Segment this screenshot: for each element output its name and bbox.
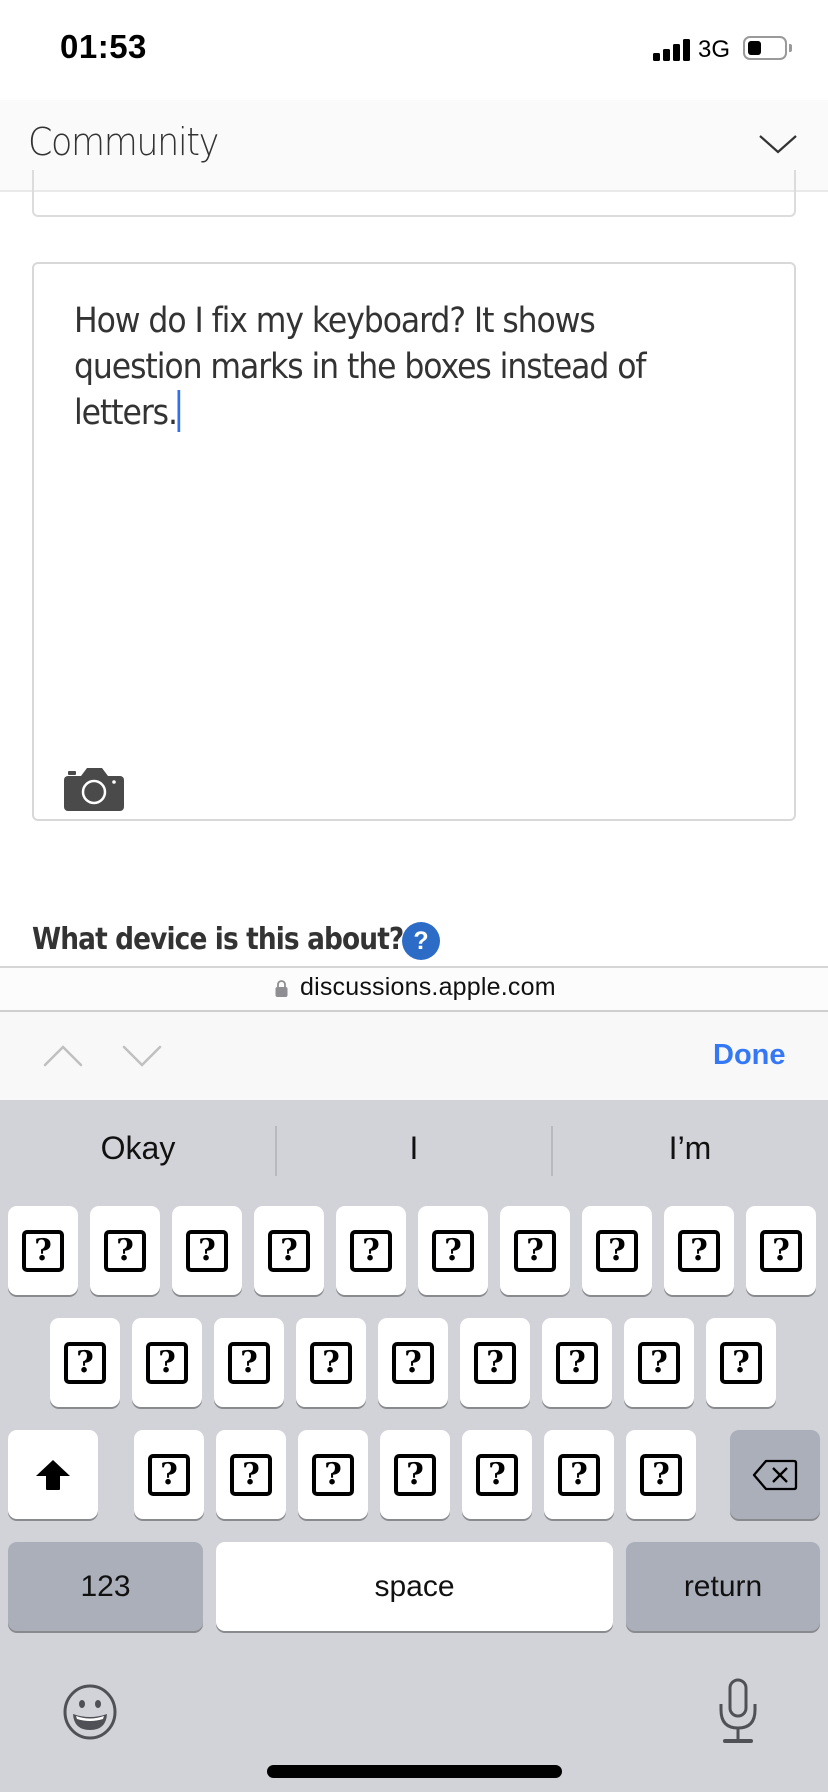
battery-icon bbox=[743, 36, 787, 60]
missing-glyph-icon: ? bbox=[392, 1341, 434, 1384]
missing-glyph-icon: ? bbox=[596, 1229, 638, 1272]
camera-icon[interactable] bbox=[64, 766, 124, 811]
missing-glyph-icon: ? bbox=[312, 1453, 354, 1496]
letter-key-row2-1[interactable]: ? bbox=[50, 1318, 120, 1407]
letter-key-row3-3[interactable]: ? bbox=[298, 1430, 368, 1519]
letter-key-row2-4[interactable]: ? bbox=[296, 1318, 366, 1407]
letter-key-row1-10[interactable]: ? bbox=[746, 1206, 816, 1295]
missing-glyph-icon: ? bbox=[720, 1341, 762, 1384]
signal-strength-icon bbox=[653, 39, 691, 61]
battery-tip bbox=[789, 44, 792, 52]
url-text[interactable]: discussions.apple.com bbox=[300, 973, 556, 1002]
emoji-icon[interactable] bbox=[62, 1684, 118, 1740]
site-title[interactable]: Community bbox=[28, 120, 219, 164]
letter-key-row3-5[interactable]: ? bbox=[462, 1430, 532, 1519]
letter-key-row2-7[interactable]: ? bbox=[542, 1318, 612, 1407]
letter-key-row3-6[interactable]: ? bbox=[544, 1430, 614, 1519]
missing-glyph-icon: ? bbox=[476, 1453, 518, 1496]
chevron-down-icon[interactable] bbox=[119, 1035, 165, 1075]
status-time: 01:53 bbox=[60, 28, 147, 65]
chevron-down-icon[interactable] bbox=[758, 132, 798, 158]
suggestion-1[interactable]: Okay bbox=[0, 1130, 276, 1167]
letter-key-row1-1[interactable]: ? bbox=[8, 1206, 78, 1295]
network-type: 3G bbox=[698, 36, 731, 63]
missing-glyph-icon: ? bbox=[556, 1341, 598, 1384]
letter-key-row2-6[interactable]: ? bbox=[460, 1318, 530, 1407]
done-button[interactable]: Done bbox=[713, 1039, 786, 1072]
letter-key-row1-7[interactable]: ? bbox=[500, 1206, 570, 1295]
letter-key-row2-2[interactable]: ? bbox=[132, 1318, 202, 1407]
backspace-key[interactable] bbox=[730, 1430, 820, 1519]
missing-glyph-icon: ? bbox=[640, 1453, 682, 1496]
letter-key-row3-4[interactable]: ? bbox=[380, 1430, 450, 1519]
letter-key-row2-9[interactable]: ? bbox=[706, 1318, 776, 1407]
missing-glyph-icon: ? bbox=[474, 1341, 516, 1384]
missing-glyph-icon: ? bbox=[228, 1341, 270, 1384]
letter-key-row2-8[interactable]: ? bbox=[624, 1318, 694, 1407]
space-key-label: space bbox=[374, 1569, 455, 1603]
letter-key-row3-1[interactable]: ? bbox=[134, 1430, 204, 1519]
letter-key-row2-5[interactable]: ? bbox=[378, 1318, 448, 1407]
post-body-value: How do I fix my keyboard? It shows quest… bbox=[74, 301, 655, 433]
missing-glyph-icon: ? bbox=[64, 1341, 106, 1384]
suggestion-3[interactable]: I’m bbox=[552, 1130, 828, 1167]
lock-icon bbox=[275, 980, 288, 997]
letter-key-row1-3[interactable]: ? bbox=[172, 1206, 242, 1295]
letter-key-row1-2[interactable]: ? bbox=[90, 1206, 160, 1295]
missing-glyph-icon: ? bbox=[638, 1341, 680, 1384]
battery-level-fill bbox=[748, 41, 761, 55]
missing-glyph-icon: ? bbox=[760, 1229, 802, 1272]
missing-glyph-icon: ? bbox=[146, 1341, 188, 1384]
letter-key-row1-9[interactable]: ? bbox=[664, 1206, 734, 1295]
letter-key-row1-8[interactable]: ? bbox=[582, 1206, 652, 1295]
letter-key-row1-5[interactable]: ? bbox=[336, 1206, 406, 1295]
shift-icon bbox=[36, 1459, 70, 1490]
missing-glyph-icon: ? bbox=[104, 1229, 146, 1272]
post-body-text[interactable]: How do I fix my keyboard? It shows quest… bbox=[74, 298, 695, 436]
numbers-key-label: 123 bbox=[80, 1569, 131, 1603]
missing-glyph-icon: ? bbox=[186, 1229, 228, 1272]
numbers-key[interactable]: 123 bbox=[8, 1542, 203, 1631]
missing-glyph-icon: ? bbox=[558, 1453, 600, 1496]
missing-glyph-icon: ? bbox=[22, 1229, 64, 1272]
letter-key-row1-6[interactable]: ? bbox=[418, 1206, 488, 1295]
shift-key[interactable] bbox=[8, 1430, 98, 1519]
home-indicator[interactable] bbox=[267, 1765, 562, 1778]
text-caret bbox=[177, 390, 181, 432]
missing-glyph-icon: ? bbox=[514, 1229, 556, 1272]
letter-key-row1-4[interactable]: ? bbox=[254, 1206, 324, 1295]
missing-glyph-icon: ? bbox=[310, 1341, 352, 1384]
device-question-label: What device is this about? bbox=[32, 922, 404, 957]
missing-glyph-icon: ? bbox=[268, 1229, 310, 1272]
space-key[interactable]: space bbox=[216, 1542, 613, 1631]
help-icon[interactable]: ? bbox=[402, 922, 440, 960]
letter-key-row3-2[interactable]: ? bbox=[216, 1430, 286, 1519]
return-key[interactable]: return bbox=[626, 1542, 820, 1631]
title-field[interactable] bbox=[32, 170, 796, 217]
suggestion-2[interactable]: I bbox=[276, 1130, 552, 1167]
missing-glyph-icon: ? bbox=[230, 1453, 272, 1496]
missing-glyph-icon: ? bbox=[148, 1453, 190, 1496]
missing-glyph-icon: ? bbox=[432, 1229, 474, 1272]
missing-glyph-icon: ? bbox=[678, 1229, 720, 1272]
missing-glyph-icon: ? bbox=[394, 1453, 436, 1496]
backspace-icon bbox=[752, 1459, 798, 1490]
return-key-label: return bbox=[683, 1569, 763, 1603]
letter-key-row2-3[interactable]: ? bbox=[214, 1318, 284, 1407]
microphone-icon[interactable] bbox=[718, 1678, 758, 1744]
letter-key-row3-7[interactable]: ? bbox=[626, 1430, 696, 1519]
missing-glyph-icon: ? bbox=[350, 1229, 392, 1272]
chevron-up-icon[interactable] bbox=[40, 1035, 86, 1075]
